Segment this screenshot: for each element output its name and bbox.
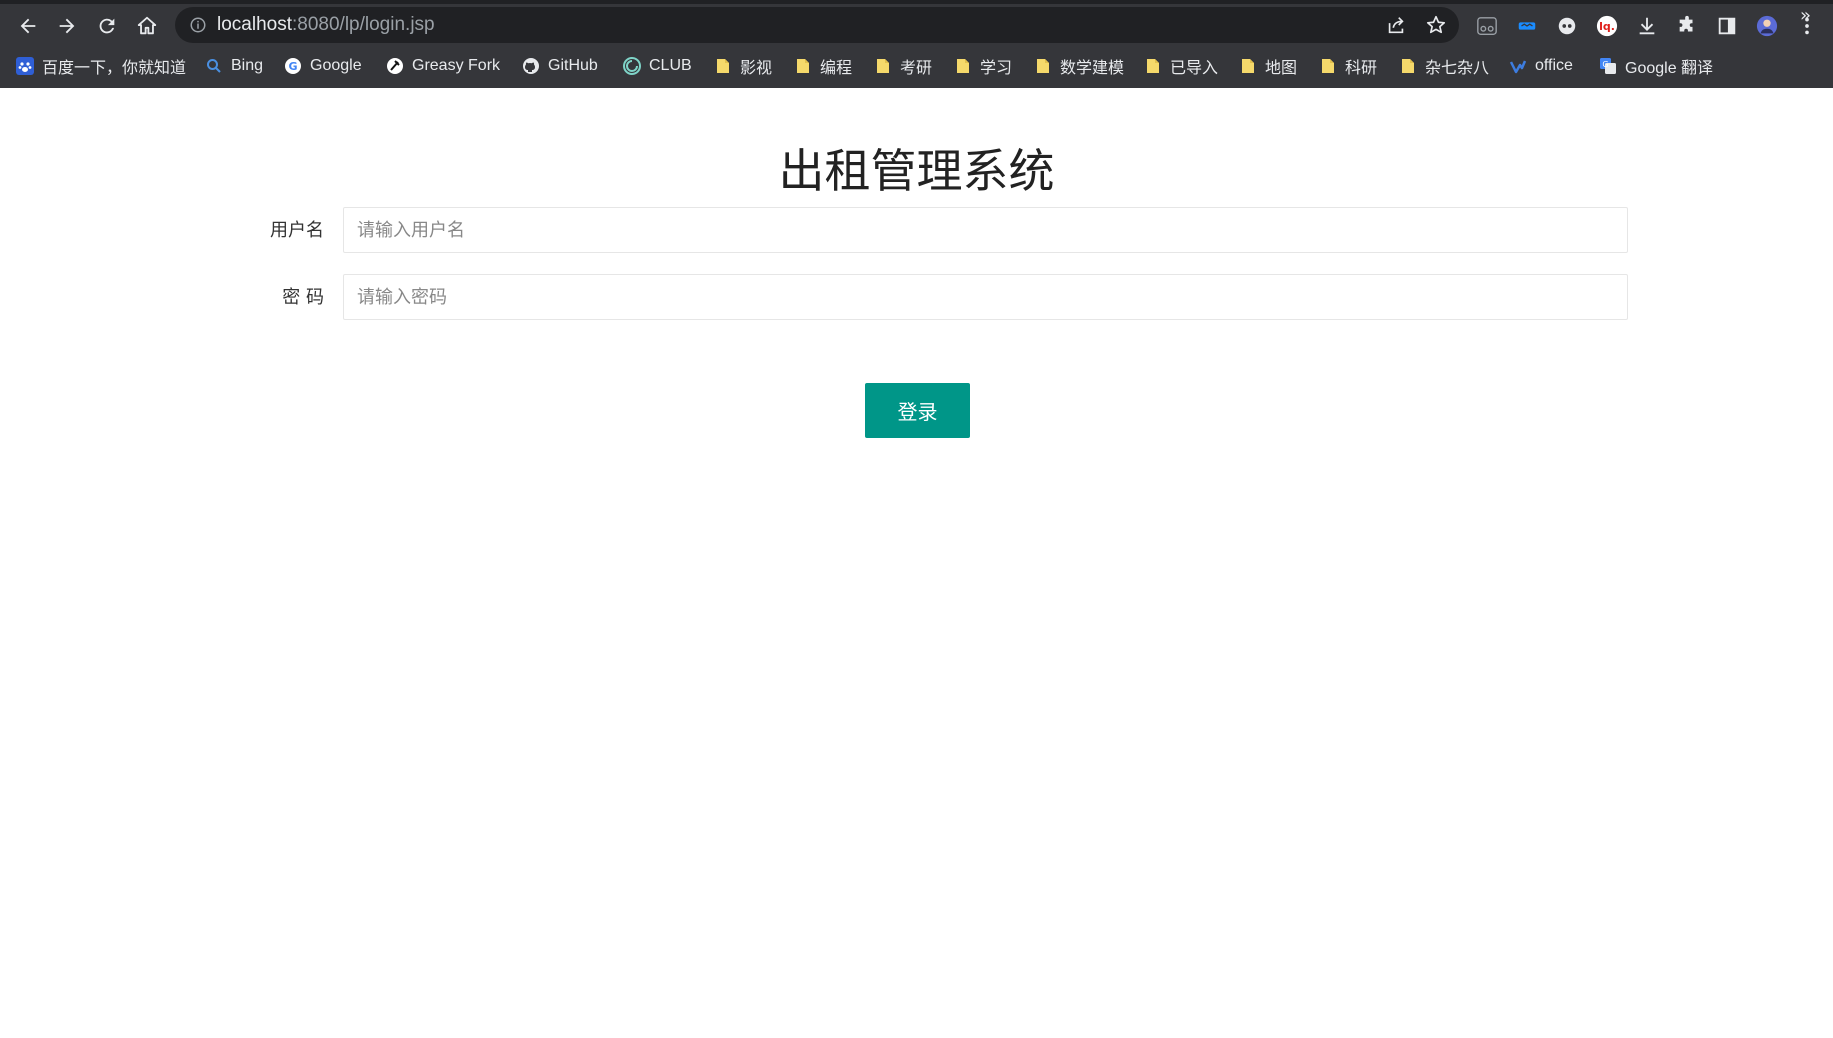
bookmark-label: 杂七杂八	[1425, 60, 1490, 77]
bookmark-label: Bing	[231, 57, 264, 74]
office-icon	[1509, 57, 1527, 75]
folder-icon	[954, 57, 972, 75]
bing-search-icon	[205, 57, 223, 75]
folder-icon	[794, 57, 812, 75]
bookmark-folder[interactable]: 已导入	[1144, 54, 1218, 78]
folder-icon	[1399, 57, 1417, 75]
club-icon	[623, 57, 641, 75]
star-icon[interactable]	[1425, 14, 1447, 36]
bookmark-label: 编程	[820, 60, 853, 77]
bookmark-item[interactable]: 百度一下，你就知道	[16, 54, 186, 78]
password-label: 密 码	[282, 287, 324, 308]
bookmark-folder[interactable]: 科研	[1319, 54, 1377, 78]
bookmark-item[interactable]: G Google	[284, 54, 362, 78]
url-host: localhost	[217, 14, 292, 35]
bookmark-label: 科研	[1345, 60, 1378, 77]
browser-toolbar: localhost:8080/lp/login.jsp lq.	[0, 4, 1833, 48]
folder-icon	[1034, 57, 1052, 75]
lq-icon: lq.	[1596, 15, 1618, 37]
bookmark-label: 已导入	[1170, 60, 1219, 77]
extensions-button[interactable]	[1671, 10, 1703, 42]
bookmark-folder[interactable]: 杂七杂八	[1399, 54, 1489, 78]
folder-icon	[714, 57, 732, 75]
reload-icon	[99, 18, 115, 34]
bookmark-label: 学习	[980, 60, 1013, 77]
password-input[interactable]	[343, 274, 1628, 320]
extension-lq-button[interactable]: lq.	[1591, 10, 1623, 42]
folder-icon	[1239, 57, 1257, 75]
more-bookmarks-button[interactable]: »	[1800, 4, 1811, 28]
bookmark-item[interactable]: GitHub	[522, 54, 598, 78]
address-bar[interactable]: localhost:8080/lp/login.jsp	[175, 7, 1459, 43]
bookmark-folder[interactable]: 考研	[874, 54, 932, 78]
bookmark-label: 考研	[900, 60, 933, 77]
svg-text:G: G	[1602, 60, 1608, 69]
url-text[interactable]: localhost:8080/lp/login.jsp	[217, 13, 435, 37]
bookmark-item[interactable]: Greasy Fork	[386, 54, 500, 78]
download-icon	[1639, 17, 1655, 35]
bookmark-label: CLUB	[649, 57, 692, 74]
url-path: :8080/lp/login.jsp	[292, 14, 435, 35]
bookmark-item[interactable]: Bing	[205, 54, 263, 78]
bookmarks-bar: 百度一下，你就知道 Bing G Google Greasy Fork GitHub CLU…	[0, 50, 1833, 82]
page-title: 出租管理系统	[778, 143, 1055, 198]
blue-extension-icon	[1518, 22, 1536, 30]
bookmark-label: Greasy Fork	[412, 57, 501, 74]
svg-text:G: G	[288, 60, 297, 73]
svg-text:lq.: lq.	[1599, 20, 1615, 33]
arrow-left-icon	[20, 18, 36, 34]
side-panel-icon	[1718, 17, 1736, 35]
bookmark-label: Google 翻译	[1625, 60, 1714, 77]
home-icon	[137, 16, 157, 35]
bookmark-folder[interactable]: 数学建模	[1034, 54, 1124, 78]
extension-ghost-button[interactable]	[1551, 10, 1583, 42]
profile-button[interactable]	[1751, 10, 1783, 42]
password-row: 密 码	[0, 274, 1833, 322]
username-row: 用户名	[0, 207, 1833, 255]
glasses-icon	[1477, 17, 1497, 35]
home-button[interactable]	[131, 10, 163, 42]
google-icon: G	[284, 57, 302, 75]
bookmark-folder[interactable]: 影视	[714, 54, 772, 78]
bookmark-label: 地图	[1265, 60, 1298, 77]
bookmark-label: office	[1535, 57, 1573, 74]
ghost-icon	[1558, 17, 1576, 35]
folder-icon	[1144, 57, 1162, 75]
bookmark-label: Google	[310, 57, 362, 74]
bookmark-item[interactable]: G Google 翻译	[1599, 54, 1713, 78]
side-panel-button[interactable]	[1711, 10, 1743, 42]
bookmark-label: 影视	[740, 60, 773, 77]
bookmark-label: 数学建模	[1060, 60, 1125, 77]
share-icon[interactable]	[1385, 14, 1407, 36]
bookmark-label: GitHub	[548, 57, 598, 74]
puzzle-icon	[1679, 15, 1693, 32]
bookmark-folder[interactable]: 地图	[1239, 54, 1297, 78]
bookmark-label: 百度一下，你就知道	[42, 60, 187, 77]
folder-icon	[874, 57, 892, 75]
downloads-button[interactable]	[1631, 10, 1663, 42]
bookmark-folder[interactable]: 编程	[794, 54, 852, 78]
site-info-icon[interactable]	[189, 16, 207, 34]
bookmark-item[interactable]: office	[1509, 54, 1573, 78]
bookmark-item[interactable]: CLUB	[623, 54, 692, 78]
bookmark-folder[interactable]: 学习	[954, 54, 1012, 78]
login-button[interactable]: 登录	[865, 383, 970, 438]
arrow-right-icon	[59, 18, 75, 34]
avatar-icon	[1756, 15, 1778, 37]
reload-button[interactable]	[91, 10, 123, 42]
github-icon	[522, 57, 540, 75]
google-translate-icon: G	[1599, 57, 1617, 75]
forward-button[interactable]	[51, 10, 83, 42]
greasyfork-icon	[386, 57, 404, 75]
extension-blue-button[interactable]	[1511, 10, 1543, 42]
baidu-icon	[16, 57, 34, 75]
back-button[interactable]	[12, 10, 44, 42]
browser-chrome: localhost:8080/lp/login.jsp lq. 百度一下，你就知…	[0, 0, 1833, 88]
extension-reader-button[interactable]	[1471, 10, 1503, 42]
folder-icon	[1319, 57, 1337, 75]
username-input[interactable]	[343, 207, 1628, 253]
username-label: 用户名	[270, 220, 324, 241]
login-page: 出租管理系统 用户名 密 码 登录	[0, 88, 1833, 1038]
